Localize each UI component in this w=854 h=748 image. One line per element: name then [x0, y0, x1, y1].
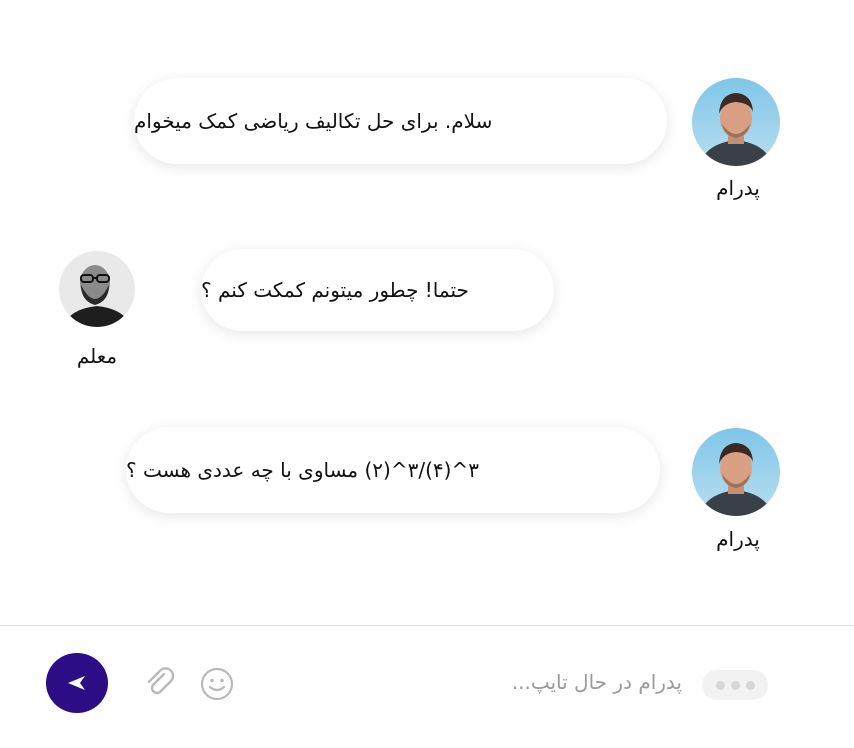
- teacher-avatar[interactable]: [59, 251, 135, 327]
- typing-dot: [745, 680, 755, 690]
- message-bubble: ۳^(۴)/۳^(۲) مساوی با چه عددی هست ؟: [126, 427, 660, 513]
- emoji-button[interactable]: [199, 666, 235, 706]
- message-text: سلام. برای حل تکالیف ریاضی کمک میخوام: [134, 109, 493, 133]
- user-avatar[interactable]: [692, 78, 780, 166]
- smiley-icon: [200, 667, 234, 701]
- message-text: ۳^(۴)/۳^(۲) مساوی با چه عددی هست ؟: [126, 458, 479, 482]
- typing-dot: [715, 680, 725, 690]
- send-icon: [68, 676, 85, 690]
- message-bubble: حتما! چطور میتونم کمکت کنم ؟: [201, 249, 554, 331]
- typing-dot: [730, 680, 740, 690]
- message-bubble: سلام. برای حل تکالیف ریاضی کمک میخوام: [134, 78, 667, 164]
- user-avatar[interactable]: [692, 428, 780, 516]
- paperclip-icon: [147, 667, 175, 695]
- attach-button[interactable]: [142, 665, 178, 705]
- sender-name: معلم: [76, 344, 118, 368]
- sender-name: پدرام: [716, 176, 760, 200]
- message-text: حتما! چطور میتونم کمکت کنم ؟: [201, 278, 469, 302]
- send-button[interactable]: [46, 653, 108, 713]
- typing-status: پدرام در حال تایپ...: [511, 670, 682, 694]
- typing-indicator: [702, 670, 768, 700]
- sender-name: پدرام: [716, 527, 760, 551]
